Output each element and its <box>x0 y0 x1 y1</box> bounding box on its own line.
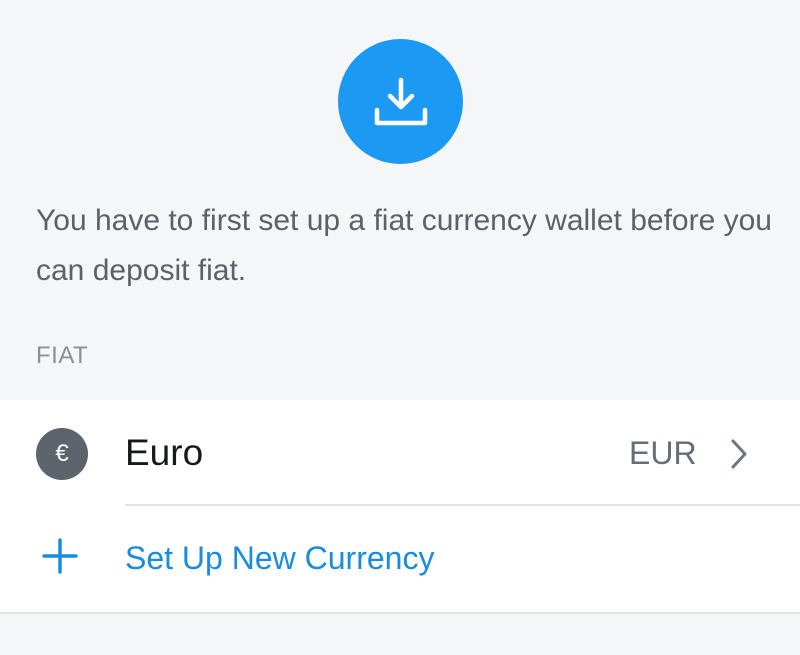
setup-required-message: You have to first set up a fiat currency… <box>36 204 772 287</box>
currency-row-euro[interactable]: € Euro EUR <box>0 400 800 505</box>
chevron-right-icon <box>731 439 747 469</box>
currency-name: Euro <box>125 432 204 473</box>
deposit-fiat-screen: You have to first set up a fiat currency… <box>0 0 800 655</box>
euro-currency-icon: € <box>36 428 88 480</box>
set-up-new-currency-button[interactable]: Set Up New Currency <box>0 506 800 612</box>
plus-icon <box>42 538 78 574</box>
set-up-new-currency-label: Set Up New Currency <box>125 540 435 576</box>
section-label-fiat: FIAT <box>36 342 89 369</box>
currency-code: EUR <box>629 435 697 471</box>
fiat-currency-list: € Euro EUR Set Up New Currency <box>0 400 800 614</box>
download-icon <box>338 39 463 164</box>
